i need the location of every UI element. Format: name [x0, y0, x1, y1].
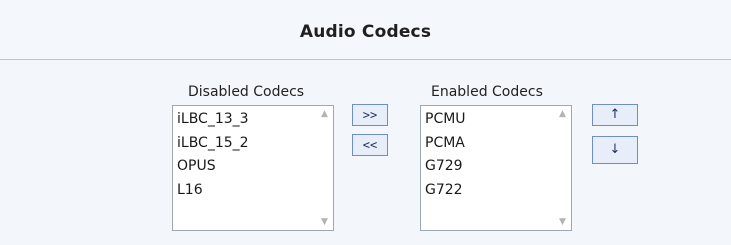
list-item[interactable]: OPUS — [177, 155, 249, 179]
enable-codec-button[interactable]: >> — [352, 104, 388, 126]
scroll-down-icon[interactable]: ▼ — [554, 214, 571, 230]
scroll-up-icon[interactable]: ▲ — [554, 106, 571, 122]
disabled-codecs-label: Disabled Codecs — [188, 84, 305, 100]
section-title: Audio Codecs — [299, 22, 432, 42]
disabled-codecs-listbox[interactable]: iLBC_13_3 iLBC_15_2 OPUS L16 ▲ ▼ — [172, 105, 334, 231]
section-header: Audio Codecs — [0, 0, 731, 60]
scrollbar[interactable]: ▲ ▼ — [554, 106, 571, 230]
enabled-codecs-listbox[interactable]: PCMU PCMA G729 G722 ▲ ▼ — [420, 105, 572, 231]
move-up-button[interactable]: ↑ — [592, 104, 638, 126]
scroll-up-icon[interactable]: ▲ — [316, 106, 333, 122]
list-item[interactable]: G722 — [425, 179, 466, 203]
list-item[interactable]: iLBC_15_2 — [177, 132, 249, 156]
disable-codec-button[interactable]: << — [352, 134, 388, 156]
list-item[interactable]: PCMU — [425, 108, 466, 132]
enabled-codecs-label: Enabled Codecs — [431, 84, 543, 100]
audio-codecs-panel: Audio Codecs Disabled Codecs iLBC_13_3 i… — [0, 0, 731, 245]
move-down-button[interactable]: ↓ — [592, 136, 638, 164]
list-item[interactable]: G729 — [425, 155, 466, 179]
list-item[interactable]: iLBC_13_3 — [177, 108, 249, 132]
list-item[interactable]: PCMA — [425, 132, 466, 156]
list-item[interactable]: L16 — [177, 179, 249, 203]
scroll-down-icon[interactable]: ▼ — [316, 214, 333, 230]
scrollbar[interactable]: ▲ ▼ — [316, 106, 333, 230]
